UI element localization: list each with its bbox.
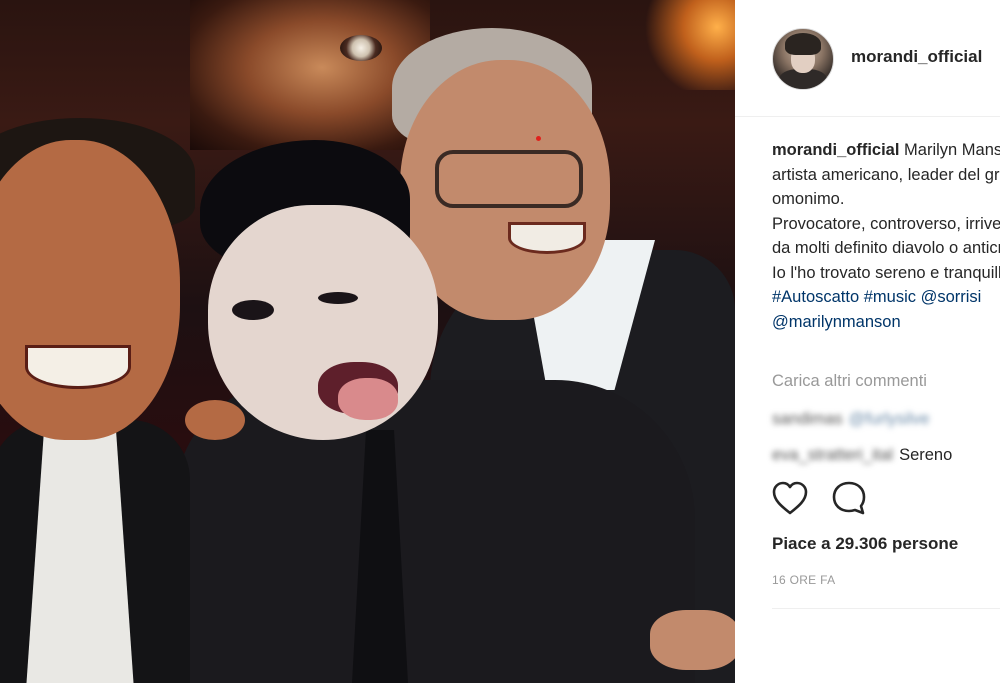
speech-bubble-icon[interactable] xyxy=(831,480,871,520)
load-more-comments[interactable]: Carica altri commenti xyxy=(772,372,927,391)
person-center-tongue xyxy=(338,378,398,420)
person-center-eye xyxy=(232,300,274,320)
comment-text: Sereno xyxy=(899,446,953,464)
hand-left xyxy=(185,400,245,440)
comment-username[interactable]: sandimas xyxy=(772,410,843,429)
caption-line: Provocatore, controverso, irriverente, xyxy=(772,214,1000,233)
comment-row: eva_stratteri_ital Sereno xyxy=(772,446,952,470)
comment-row: sandimas @furlysilve xyxy=(772,410,930,434)
caption-line: omonimo. xyxy=(772,190,845,208)
caption-line: Io l'ho trovato sereno e tranquillo. xyxy=(772,263,1000,282)
divider xyxy=(772,608,1000,609)
caption-line: morandi_official Marilyn Manson, xyxy=(772,138,1000,163)
caption-username[interactable]: morandi_official xyxy=(772,141,899,159)
person-center-wink xyxy=(318,292,358,304)
avatar-hair xyxy=(785,33,821,55)
person-center-face xyxy=(208,205,438,440)
username-link[interactable]: morandi_official xyxy=(851,47,982,67)
person-right-glasses xyxy=(435,150,583,208)
caption-hashtags[interactable]: #Autoscatto #music @sorrisi xyxy=(772,285,1000,310)
post-timestamp[interactable]: 16 ORE FA xyxy=(772,573,835,587)
person-right-smile xyxy=(508,222,586,254)
caption-line: artista americano, leader del gruppo xyxy=(772,165,1000,184)
comment-text: @furlysilve xyxy=(848,410,930,428)
post-sidebar: morandi_official morandi_official Marily… xyxy=(735,0,1000,683)
screen-eye xyxy=(340,35,382,61)
heart-outline-icon[interactable] xyxy=(771,480,811,520)
comment-username[interactable]: eva_stratteri_ital xyxy=(772,446,893,465)
avatar[interactable] xyxy=(772,28,834,90)
person-center-jacket xyxy=(175,380,695,683)
person-left-face xyxy=(0,140,180,440)
hand-right xyxy=(650,610,735,670)
red-dot-marker xyxy=(536,136,541,141)
caption-mention[interactable]: @marilynmanson xyxy=(772,310,1000,335)
post-photo[interactable] xyxy=(0,0,735,683)
post-caption: morandi_official Marilyn Manson, artista… xyxy=(772,138,1000,334)
person-left-smile xyxy=(25,345,131,389)
post-header: morandi_official xyxy=(735,0,1000,117)
caption-text: Marilyn Manson, xyxy=(904,141,1000,159)
likes-count[interactable]: Piace a 29.306 persone xyxy=(772,534,958,554)
stage-lights xyxy=(645,0,735,90)
caption-line: da molti definito diavolo o anticristo. xyxy=(772,239,1000,257)
